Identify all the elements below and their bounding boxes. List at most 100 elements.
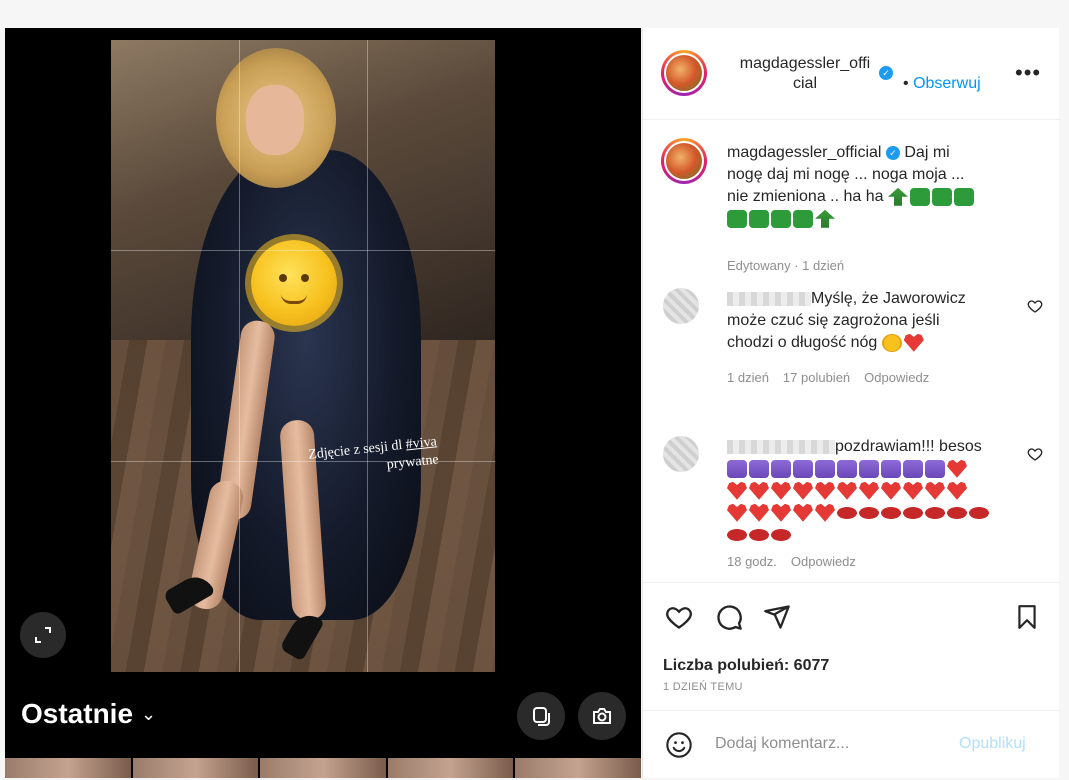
blurred-username[interactable] — [727, 439, 835, 454]
comment-icon — [717, 605, 742, 630]
thumbnail[interactable] — [132, 758, 259, 778]
lips-emoji-icon — [903, 506, 923, 519]
comment-input[interactable]: Dodaj komentarz... — [715, 735, 849, 753]
thumbnail[interactable] — [5, 758, 131, 778]
verified-badge-icon: ✓ — [879, 66, 893, 80]
heart-emoji-icon — [925, 481, 945, 500]
bookmark-icon — [1018, 605, 1036, 629]
comment-text-line1: pozdrawiam!!! besos — [835, 438, 982, 455]
comment-text-line3: chodzi o długość nóg — [727, 334, 878, 351]
thumbnail[interactable] — [387, 758, 514, 778]
save-button[interactable] — [1011, 601, 1043, 633]
chevron-down-icon: ⌄ — [141, 703, 157, 724]
thumbnail[interactable] — [260, 758, 386, 778]
avatar[interactable] — [663, 436, 699, 472]
caption-body: magdagessler_official ✓ Daj mi nogę daj … — [727, 142, 1017, 230]
like-count[interactable]: Liczba polubień: 6077 — [663, 657, 829, 675]
lips-emoji-icon — [881, 506, 901, 519]
reply-button[interactable]: Odpowiedz — [864, 370, 929, 385]
heart-emoji-icon — [947, 481, 967, 500]
comment-meta: 18 godz. Odpowiedz — [727, 554, 856, 569]
nail-polish-emoji-icon — [859, 459, 879, 478]
nail-polish-emoji-icon — [749, 459, 769, 478]
caption-meta: Edytowany · 1 dzień — [727, 258, 844, 273]
separator-dot: • — [903, 75, 909, 92]
blurred-username[interactable] — [727, 291, 811, 306]
heart-emoji-icon — [793, 503, 813, 522]
comments-list: magdagessler_official ✓ Daj mi nogę daj … — [643, 120, 1060, 582]
follow-button[interactable]: • Obserwuj — [903, 75, 981, 93]
clover-emoji-icon — [793, 209, 813, 228]
sun-mouth — [281, 294, 307, 304]
recent-label: Ostatnie — [21, 698, 134, 729]
comment-time[interactable]: 18 godz. — [727, 554, 777, 569]
nail-polish-emoji-icon — [727, 459, 747, 478]
caption-time: 1 dzień — [802, 258, 845, 273]
heart-emoji-icon — [727, 481, 747, 500]
lips-emoji-icon — [925, 506, 945, 519]
heart-emoji-icon — [903, 481, 923, 500]
like-button[interactable] — [663, 601, 695, 633]
lips-emoji-icon — [727, 528, 747, 541]
action-bar: Liczba polubień: 6077 1 DZIEŃ TEMU — [643, 582, 1060, 710]
nail-polish-emoji-icon — [925, 459, 945, 478]
heart-emoji-icon — [727, 503, 747, 522]
reply-button[interactable]: Odpowiedz — [791, 554, 856, 569]
post-date[interactable]: 1 DZIEŃ TEMU — [663, 681, 743, 693]
caption-username[interactable]: magdagessler_official — [727, 144, 881, 161]
expand-button[interactable] — [20, 612, 66, 658]
lips-emoji-icon — [771, 528, 791, 541]
caption-text-line2: nogę daj mi nogę ... noga moja ... — [727, 166, 965, 183]
camera-button[interactable] — [578, 692, 626, 740]
clover-emoji-icon — [932, 187, 952, 206]
heart-emoji-icon — [837, 481, 857, 500]
up-arrow-emoji-icon — [888, 187, 908, 206]
comment-likes[interactable]: 17 polubień — [783, 370, 850, 385]
lips-emoji-icon — [837, 506, 857, 519]
heart-icon — [666, 607, 692, 629]
verified-badge-icon: ✓ — [885, 145, 900, 160]
comment-body: Myślę, że Jaworowicz może czuć się zagro… — [727, 288, 1017, 354]
nail-polish-emoji-icon — [793, 459, 813, 478]
instagram-post-modal: Zdjęcie z sesji dl #viva prywatne Ostatn… — [0, 0, 1069, 780]
heart-emoji-icon — [859, 481, 879, 500]
grid-line — [239, 40, 240, 672]
comment-time[interactable]: 1 dzień — [727, 370, 769, 385]
copy-icon — [533, 707, 550, 726]
like-heart-icon[interactable] — [1027, 446, 1043, 462]
username-line2: cial — [792, 75, 817, 92]
avatar[interactable] — [661, 138, 707, 184]
nail-polish-emoji-icon — [903, 459, 923, 478]
lips-emoji-icon — [859, 506, 879, 519]
clover-emoji-icon — [910, 187, 930, 206]
post-header: magdagessler_offi cial ✓ • Obserwuj ••• — [643, 28, 1060, 120]
thumbnail[interactable] — [515, 758, 641, 778]
heart-emoji-icon — [815, 503, 835, 522]
avatar[interactable] — [661, 50, 707, 96]
post-photo[interactable]: Zdjęcie z sesji dl #viva prywatne — [111, 40, 495, 672]
nail-polish-emoji-icon — [837, 459, 857, 478]
camera-icon — [593, 708, 611, 724]
thumbnail-strip — [5, 758, 641, 778]
heart-emoji-icon — [881, 481, 901, 500]
emoji-smile-icon[interactable] — [665, 731, 693, 759]
header-username[interactable]: magdagessler_offi cial — [725, 54, 885, 94]
sun-eye — [279, 274, 287, 282]
add-comment-bar: Dodaj komentarz... Opublikuj — [643, 710, 1060, 778]
photo-face — [246, 85, 304, 155]
clover-emoji-icon — [954, 187, 974, 206]
caption-edited-time: Edytowany · 1 dzień — [727, 258, 845, 273]
like-heart-icon[interactable] — [1027, 298, 1043, 314]
multi-post-button[interactable] — [517, 692, 565, 740]
heart-emoji-icon — [749, 481, 769, 500]
recent-dropdown[interactable]: Ostatnie ⌄ — [21, 698, 156, 730]
publish-button[interactable]: Opublikuj — [959, 735, 1026, 753]
share-button[interactable] — [761, 601, 793, 633]
caption-text-line3: nie zmieniona .. ha ha — [727, 188, 884, 205]
comment-button[interactable] — [713, 601, 745, 633]
edited-label: Edytowany — [727, 258, 791, 273]
grin-emoji-icon — [881, 333, 902, 352]
more-options-icon[interactable]: ••• — [1015, 60, 1041, 86]
avatar[interactable] — [663, 288, 699, 324]
heart-emoji-icon — [793, 481, 813, 500]
